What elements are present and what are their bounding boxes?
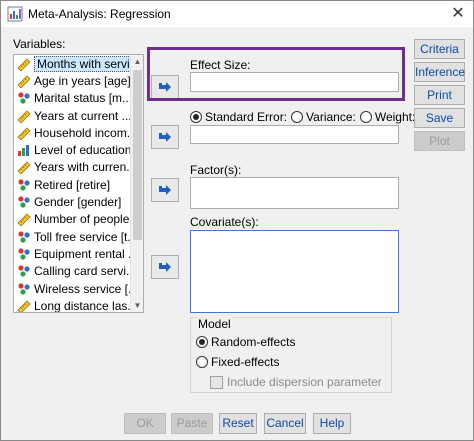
nominal-people-icon bbox=[17, 282, 31, 296]
variable-label: Years at current ... bbox=[34, 108, 130, 123]
variable-list-item[interactable]: Number of people... bbox=[14, 211, 130, 228]
covariates-list[interactable] bbox=[190, 230, 399, 313]
weight-label: Weight: bbox=[374, 110, 416, 124]
variable-list-item[interactable]: Calling card servi... bbox=[14, 263, 130, 280]
variable-list-item[interactable]: Retired [retire] bbox=[14, 176, 130, 193]
plot-button[interactable]: Plot bbox=[414, 131, 465, 151]
variables-scrollbar[interactable]: ▲ ▼ bbox=[130, 55, 143, 312]
save-button[interactable]: Save bbox=[414, 108, 465, 128]
random-effects-option[interactable]: Random-effects bbox=[196, 335, 296, 349]
variable-list-item[interactable]: Marital status [m... bbox=[14, 90, 130, 107]
nominal-people-icon bbox=[17, 195, 31, 209]
window-title: Meta-Analysis: Regression bbox=[28, 7, 171, 21]
nominal-people-icon bbox=[17, 91, 31, 105]
variable-list-item[interactable]: Months with servi... bbox=[14, 55, 130, 72]
scale-ruler-icon bbox=[17, 299, 31, 312]
include-dispersion-option[interactable]: Include dispersion parameter bbox=[210, 375, 382, 389]
variable-label: Calling card servi... bbox=[34, 264, 130, 279]
app-icon bbox=[7, 6, 23, 22]
cancel-button[interactable]: Cancel bbox=[264, 413, 306, 434]
variable-label: Long distance las... bbox=[34, 298, 130, 312]
include-dispersion-label: Include dispersion parameter bbox=[227, 375, 382, 389]
effect-size-highlight bbox=[147, 47, 405, 101]
scroll-down-arrow-icon[interactable]: ▼ bbox=[131, 299, 143, 312]
scale-ruler-icon bbox=[17, 212, 31, 227]
variables-label: Variables: bbox=[13, 37, 66, 51]
criteria-button[interactable]: Criteria bbox=[414, 39, 465, 59]
variance-radio[interactable] bbox=[291, 111, 304, 123]
fixed-effects-option[interactable]: Fixed-effects bbox=[196, 355, 279, 369]
variable-label: Toll free service [t... bbox=[34, 229, 130, 244]
variable-label: Months with servi... bbox=[34, 55, 130, 72]
scale-ruler-icon bbox=[17, 109, 31, 124]
random-effects-radio[interactable] bbox=[196, 336, 208, 348]
standard-error-radio[interactable] bbox=[190, 111, 202, 123]
ordinal-bars-icon bbox=[17, 143, 31, 157]
fixed-effects-radio[interactable] bbox=[196, 356, 208, 368]
variables-list[interactable]: Months with servi... Age in years [age] Ma… bbox=[13, 54, 144, 313]
fixed-effects-label: Fixed-effects bbox=[211, 355, 280, 369]
print-button[interactable]: Print bbox=[414, 85, 465, 105]
variable-list-item[interactable]: Wireless service [... bbox=[14, 280, 130, 297]
arrow-right-icon bbox=[159, 262, 171, 272]
variable-label: Household incom... bbox=[34, 125, 130, 140]
random-effects-label: Random-effects bbox=[211, 335, 296, 349]
variable-label: Years with curren... bbox=[34, 160, 130, 175]
variables-list-items: Months with servi... Age in years [age] Ma… bbox=[14, 55, 130, 312]
close-button[interactable]: ✕ bbox=[445, 3, 471, 25]
scale-ruler-icon bbox=[17, 160, 31, 175]
scale-ruler-icon bbox=[17, 57, 31, 72]
move-to-standard-error-button[interactable] bbox=[151, 125, 179, 149]
include-dispersion-checkbox[interactable] bbox=[210, 375, 223, 389]
variable-list-item[interactable]: Toll free service [t... bbox=[14, 228, 130, 245]
help-button[interactable]: Help bbox=[313, 413, 351, 434]
variable-label: Retired [retire] bbox=[34, 177, 111, 192]
factors-list[interactable] bbox=[190, 177, 399, 209]
factors-label: Factor(s): bbox=[190, 163, 242, 177]
scale-ruler-icon bbox=[17, 74, 31, 89]
nominal-people-icon bbox=[17, 247, 31, 261]
variable-label: Equipment rental ... bbox=[34, 246, 130, 261]
variable-list-item[interactable]: Years at current ... bbox=[14, 107, 130, 124]
scale-ruler-icon bbox=[17, 126, 31, 141]
variable-list-item[interactable]: Household incom... bbox=[14, 124, 130, 141]
nominal-people-icon bbox=[17, 264, 31, 278]
inference-button[interactable]: Inference bbox=[414, 62, 465, 82]
standard-error-options: Standard Error: Variance: Weight: bbox=[190, 110, 415, 124]
standard-error-field[interactable] bbox=[190, 125, 399, 144]
standard-error-label: Standard Error: bbox=[205, 110, 288, 124]
variable-label: Level of education... bbox=[34, 143, 130, 158]
covariates-label: Covariate(s): bbox=[190, 215, 259, 229]
variance-label: Variance: bbox=[306, 110, 356, 124]
model-title: Model bbox=[196, 317, 233, 331]
variable-list-item[interactable]: Long distance las... bbox=[14, 297, 130, 312]
ok-button[interactable]: OK bbox=[124, 413, 166, 434]
variable-list-item[interactable]: Years with curren... bbox=[14, 159, 130, 176]
scroll-up-arrow-icon[interactable]: ▲ bbox=[131, 55, 143, 68]
title-bar: Meta-Analysis: Regression ✕ bbox=[1, 1, 473, 27]
variable-list-item[interactable]: Equipment rental ... bbox=[14, 245, 130, 262]
nominal-people-icon bbox=[17, 230, 31, 244]
meta-analysis-regression-dialog: Meta-Analysis: Regression ✕ Variables: M… bbox=[0, 0, 474, 441]
variable-label: Gender [gender] bbox=[34, 195, 122, 210]
arrow-right-icon bbox=[159, 132, 171, 142]
move-to-covariates-button[interactable] bbox=[151, 255, 179, 279]
variable-list-item[interactable]: Gender [gender] bbox=[14, 193, 130, 210]
variable-label: Age in years [age] bbox=[34, 73, 130, 88]
variable-label: Wireless service [... bbox=[34, 281, 130, 296]
paste-button[interactable]: Paste bbox=[171, 413, 213, 434]
variable-label: Number of people... bbox=[34, 212, 130, 227]
scrollbar-thumb[interactable] bbox=[133, 70, 142, 240]
nominal-people-icon bbox=[17, 178, 31, 192]
arrow-right-icon bbox=[159, 185, 171, 195]
variable-label: Marital status [m... bbox=[34, 91, 130, 106]
move-to-factors-button[interactable] bbox=[151, 178, 179, 202]
reset-button[interactable]: Reset bbox=[219, 413, 257, 434]
variable-list-item[interactable]: Level of education... bbox=[14, 141, 130, 158]
weight-radio[interactable] bbox=[359, 111, 372, 123]
variable-list-item[interactable]: Age in years [age] bbox=[14, 72, 130, 89]
